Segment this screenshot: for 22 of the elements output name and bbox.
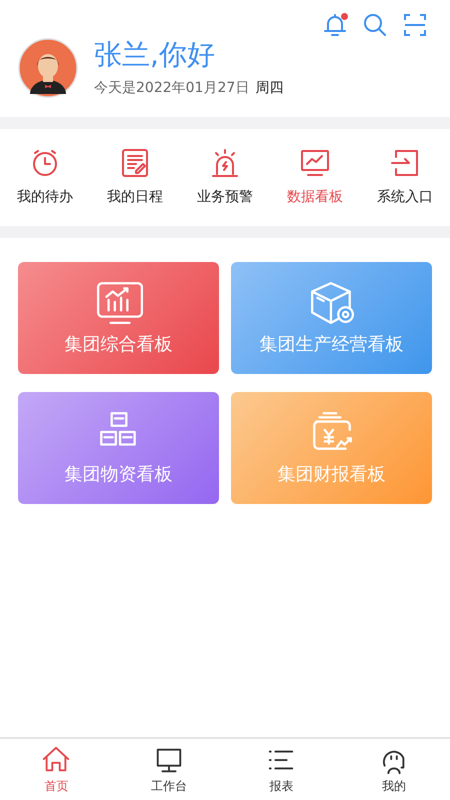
tab-bar-item[interactable]: 工作台 [112,739,225,800]
shortcut-item[interactable]: 业务预警 [180,147,270,208]
monitor-chart-icon [299,147,331,179]
home-icon [41,744,72,774]
search-icon[interactable] [362,12,388,38]
notification-button[interactable] [322,12,348,38]
avatar [18,38,78,98]
siren-icon [209,147,241,179]
scan-icon[interactable] [402,12,428,38]
date-text: 今天是2022年01月27日 [94,79,250,98]
shortcut-item[interactable]: 数据看板 [270,147,360,208]
weekday-text: 周四 [255,79,284,98]
tab-bar-item[interactable]: 报表 [225,739,338,800]
tab-bar-item[interactable]: 首页 [0,739,112,800]
shortcut-item[interactable]: 系统入口 [360,147,450,208]
shortcut-item[interactable]: 我的日程 [90,147,180,208]
greeting: 张兰,你好 [94,38,216,72]
notepad-icon [119,147,151,179]
tab-bar-item[interactable]: 我的 [338,739,450,800]
bell-icon [322,12,348,38]
shortcut-item[interactable]: 我的待办 [0,147,90,208]
enter-icon [389,147,421,179]
